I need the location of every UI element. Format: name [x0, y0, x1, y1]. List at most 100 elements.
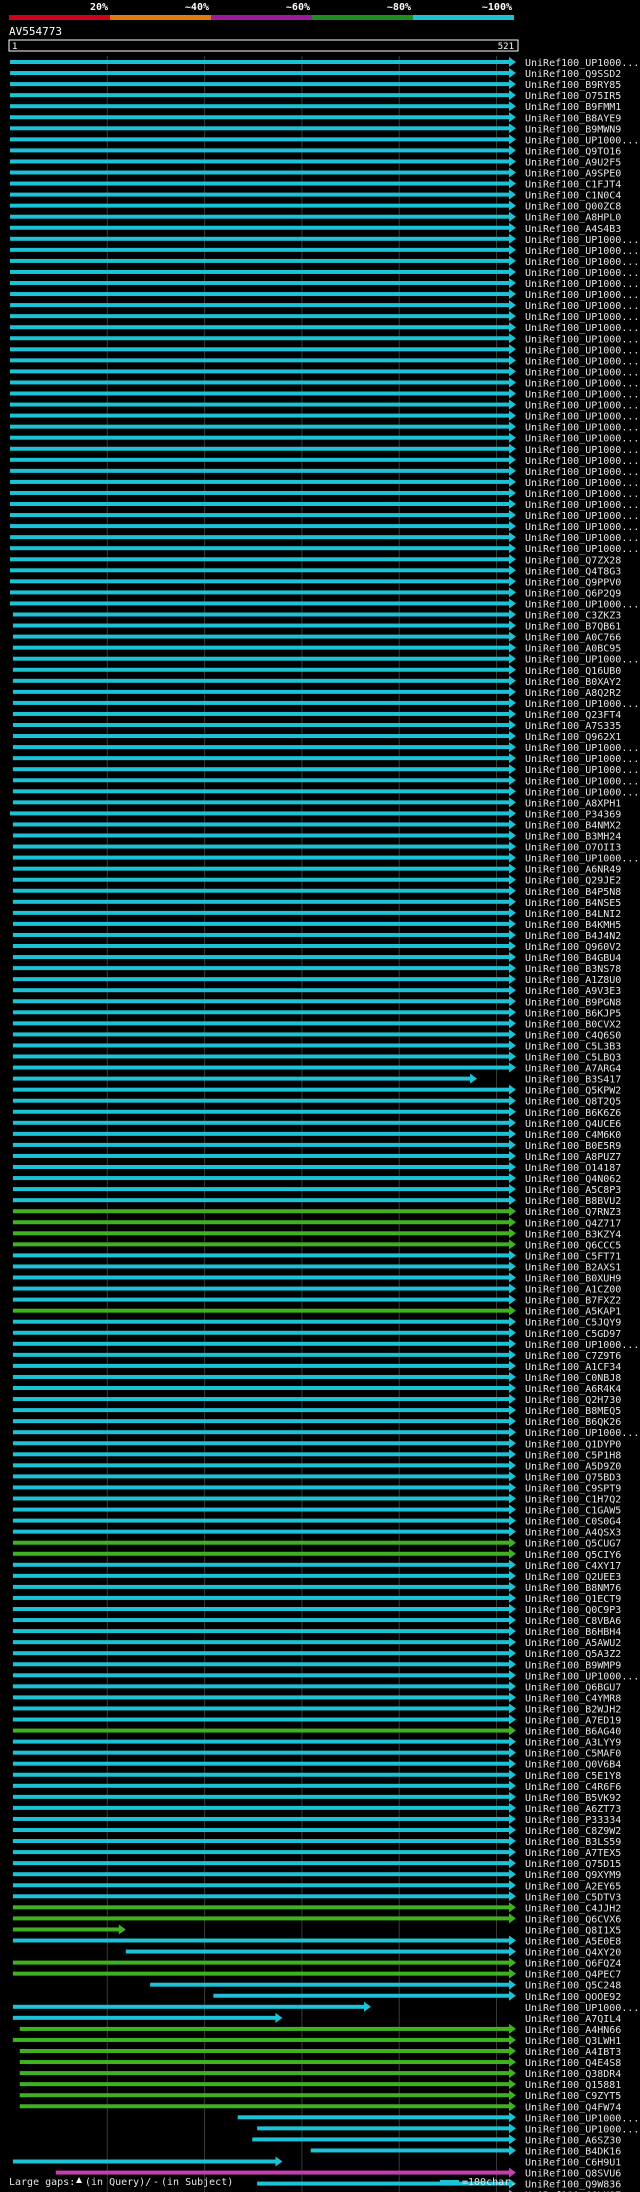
hit-bar[interactable]	[12, 1540, 511, 1545]
hit-bar[interactable]	[10, 513, 510, 518]
hit-label[interactable]: UniRef100_UP1000...	[525, 445, 639, 456]
hit-label[interactable]: UniRef100_UP1000...	[525, 290, 639, 301]
hit-bar[interactable]	[12, 1176, 511, 1181]
hit-label[interactable]: UniRef100_UP1000...	[525, 467, 639, 478]
hit-bar[interactable]	[12, 1518, 511, 1523]
hit-bar[interactable]	[12, 1761, 511, 1766]
hit-label[interactable]: UniRef100_B4LNI2	[525, 909, 621, 920]
hit-label[interactable]: UniRef100_Q4N062	[525, 1174, 621, 1185]
hit-label[interactable]: UniRef100_Q8I1X5	[525, 1925, 621, 1936]
hit-label[interactable]: UniRef100_Q7ZX28	[525, 555, 621, 566]
hit-label[interactable]: UniRef100_A6ZT73	[525, 1804, 621, 1815]
hit-bar[interactable]	[10, 60, 510, 64]
hit-label[interactable]: UniRef100_C7Z9T6	[525, 1351, 621, 1362]
hit-label[interactable]: UniRef100_A8Q2R2	[525, 688, 621, 699]
hit-bar[interactable]	[10, 192, 510, 197]
hit-label[interactable]: UniRef100_C0S0G4	[525, 1517, 621, 1528]
hit-bar[interactable]	[12, 1374, 511, 1379]
hit-label[interactable]: UniRef100_UP1000...	[525, 268, 639, 279]
hit-bar[interactable]	[19, 2071, 510, 2076]
hit-label[interactable]: UniRef100_UP1000...	[525, 511, 639, 522]
hit-bar[interactable]	[12, 1275, 511, 1280]
hit-bar[interactable]	[12, 977, 511, 982]
hit-bar[interactable]	[10, 203, 510, 208]
hit-bar[interactable]	[10, 457, 510, 462]
hit-label[interactable]: UniRef100_C1FJT4	[525, 180, 621, 191]
hit-bar[interactable]	[10, 535, 510, 540]
hit-bar[interactable]	[19, 2026, 510, 2031]
hit-label[interactable]: UniRef100_A1Z8U0	[525, 975, 621, 986]
hit-bar[interactable]	[12, 1131, 511, 1136]
hit-label[interactable]: UniRef100_O75IR5	[525, 91, 621, 102]
hit-label[interactable]: UniRef100_A4QSX3	[525, 1528, 621, 1539]
hit-bar[interactable]	[10, 468, 510, 473]
hit-bar[interactable]	[252, 2137, 511, 2142]
hit-bar[interactable]	[12, 921, 511, 926]
hit-bar[interactable]	[12, 1076, 472, 1081]
hit-bar[interactable]	[12, 1308, 511, 1313]
hit-label[interactable]: UniRef100_B9FMM1	[525, 102, 621, 113]
hit-bar[interactable]	[12, 1640, 511, 1645]
hit-label[interactable]: UniRef100_Q962X1	[525, 732, 621, 743]
hit-bar[interactable]	[10, 258, 510, 263]
hit-label[interactable]: UniRef100_UP1000...	[525, 1340, 639, 1351]
hit-bar[interactable]	[12, 1419, 511, 1424]
hit-label[interactable]: UniRef100_P33334	[525, 1815, 621, 1826]
hit-bar[interactable]	[10, 170, 510, 175]
hit-bar[interactable]	[10, 546, 510, 551]
hit-bar[interactable]	[10, 93, 510, 98]
hit-bar[interactable]	[12, 1728, 511, 1733]
hit-bar[interactable]	[12, 1341, 511, 1346]
hit-bar[interactable]	[12, 1894, 511, 1899]
hit-bar[interactable]	[10, 336, 510, 341]
hit-bar[interactable]	[12, 667, 511, 672]
hit-bar[interactable]	[12, 944, 511, 948]
hit-label[interactable]: UniRef100_B4NSE5	[525, 898, 621, 909]
hit-label[interactable]: UniRef100_Q38DR4	[525, 2069, 621, 2080]
hit-label[interactable]: UniRef100_UP1000...	[525, 699, 639, 710]
hit-label[interactable]: UniRef100_B4NMX2	[525, 820, 621, 831]
hit-label[interactable]: UniRef100_Q6BGU7	[525, 1682, 621, 1693]
hit-bar[interactable]	[12, 1231, 511, 1236]
hit-label[interactable]: UniRef100_C3ZKZ3	[525, 611, 621, 622]
hit-label[interactable]: UniRef100_A4S4B3	[525, 224, 621, 235]
hit-label[interactable]: UniRef100_B6HBH4	[525, 1627, 621, 1638]
hit-label[interactable]: UniRef100_A7QIL4	[525, 2014, 621, 2025]
hit-bar[interactable]	[12, 1684, 511, 1689]
hit-label[interactable]: UniRef100_C5FT71	[525, 1251, 621, 1262]
hit-bar[interactable]	[12, 1242, 511, 1247]
hit-bar[interactable]	[12, 999, 511, 1004]
hit-bar[interactable]	[12, 1584, 511, 1589]
hit-label[interactable]: UniRef100_A5AWU2	[525, 1638, 621, 1649]
hit-label[interactable]: UniRef100_A1CZ00	[525, 1285, 621, 1296]
hit-bar[interactable]	[10, 435, 510, 440]
hit-label[interactable]: UniRef100_A0C766	[525, 633, 621, 644]
hit-bar[interactable]	[10, 369, 510, 374]
hit-bar[interactable]	[10, 402, 510, 407]
hit-label[interactable]: UniRef100_A2EY65	[525, 1881, 621, 1892]
hit-bar[interactable]	[12, 1883, 511, 1888]
hit-bar[interactable]	[12, 1408, 511, 1413]
hit-label[interactable]: UniRef100_C1H7Q2	[525, 1495, 621, 1506]
hit-label[interactable]: UniRef100_Q960V2	[525, 942, 621, 953]
hit-bar[interactable]	[12, 1220, 511, 1225]
hit-bar[interactable]	[12, 1850, 511, 1855]
hit-bar[interactable]	[10, 811, 510, 816]
hit-bar[interactable]	[10, 579, 510, 584]
hit-bar[interactable]	[10, 281, 510, 285]
hit-bar[interactable]	[12, 2004, 366, 2009]
hit-label[interactable]: UniRef100_C4R6F6	[525, 1782, 621, 1793]
hit-bar[interactable]	[12, 1750, 511, 1755]
hit-label[interactable]: UniRef100_A5C8P3	[525, 1185, 621, 1196]
hit-label[interactable]: UniRef100_B4DK16	[525, 2146, 621, 2157]
hit-label[interactable]: UniRef100_B6AG40	[525, 1727, 621, 1738]
hit-bar[interactable]	[12, 1629, 511, 1634]
hit-label[interactable]: UniRef100_B8AYE9	[525, 113, 621, 124]
hit-label[interactable]: UniRef100_Q4E4S8	[525, 2058, 621, 2069]
hit-label[interactable]: UniRef100_B0CVX2	[525, 1019, 621, 1030]
hit-bar[interactable]	[12, 1010, 511, 1015]
hit-label[interactable]: UniRef100_UP1000...	[525, 854, 639, 865]
hit-label[interactable]: UniRef100_C9SPT9	[525, 1483, 621, 1494]
hit-label[interactable]: UniRef100_B7QB61	[525, 622, 621, 633]
hit-bar[interactable]	[12, 1441, 511, 1446]
